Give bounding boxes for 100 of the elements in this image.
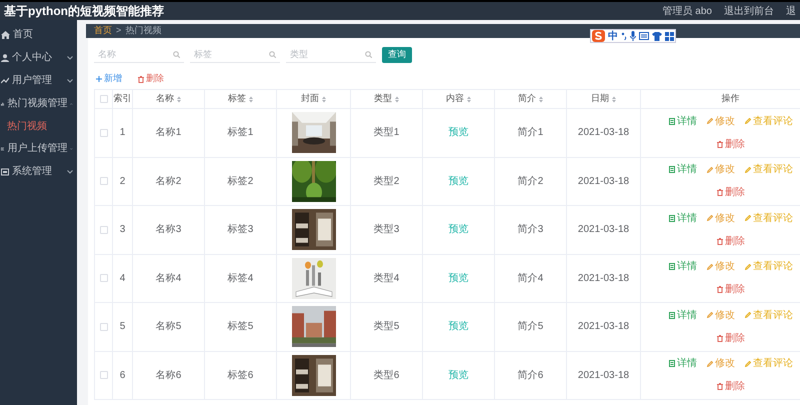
header-link[interactable]: 退 — [786, 4, 796, 18]
search-field[interactable]: 类型 — [286, 46, 376, 62]
comments-button[interactable]: 查看评论 — [745, 356, 793, 372]
checkbox[interactable] — [100, 128, 108, 137]
table-cell-text: 名称3 — [156, 223, 182, 238]
edit-button[interactable]: 修改 — [707, 356, 735, 372]
comments-button[interactable]: 查看评论 — [745, 308, 793, 323]
comments-button[interactable]: 查看评论 — [745, 114, 793, 129]
column-header[interactable]: 类型 — [374, 92, 392, 106]
table-cell-text: 标签4 — [228, 272, 254, 286]
delete-button[interactable]: 删除 — [717, 379, 745, 394]
delete-button[interactable]: 删除 — [717, 136, 745, 152]
chevron-icon — [67, 56, 73, 60]
box-icon — [1, 168, 9, 176]
edit-button[interactable]: 修改 — [707, 162, 735, 178]
sidebar-item[interactable]: 首页 — [0, 23, 77, 46]
detail-button[interactable]: 详情 — [669, 308, 697, 323]
sidebar-item[interactable]: 系统管理 — [0, 160, 77, 183]
checkbox[interactable] — [100, 95, 108, 103]
breadcrumb-link[interactable]: 热门视频 — [125, 24, 162, 38]
ime-mode-button[interactable]: 中 — [608, 28, 618, 44]
sort-icon[interactable] — [539, 96, 543, 102]
table-cell-text: 类型2 — [374, 174, 400, 189]
column-header[interactable]: 标签 — [228, 92, 246, 106]
detail-button[interactable]: 详情 — [669, 162, 697, 178]
comments-button[interactable]: 查看评论 — [745, 259, 793, 274]
edit-button[interactable]: 修改 — [707, 259, 735, 274]
index-cell-text: 2 — [120, 174, 126, 189]
table-cell-text: 简介6 — [518, 368, 544, 383]
sidebar-item[interactable]: 个人中心 — [0, 46, 77, 69]
delete-button[interactable]: 删除 — [717, 185, 745, 200]
sort-icon[interactable] — [322, 96, 326, 102]
preview-link[interactable]: 预览 — [448, 222, 468, 238]
document-icon — [669, 360, 675, 368]
sidebar-item[interactable]: 用户管理 — [0, 69, 77, 92]
column-header[interactable]: 内容 — [446, 92, 464, 106]
table-cell-text: 标签1 — [228, 126, 254, 140]
sidebar-item[interactable]: 热门视频管理 — [0, 92, 77, 115]
preview-link[interactable]: 预览 — [448, 319, 468, 334]
edit-button[interactable]: 修改 — [707, 114, 735, 129]
detail-button[interactable]: 详情 — [669, 356, 697, 372]
preview-link[interactable]: 预览 — [448, 174, 468, 189]
sidebar-subitem[interactable]: 热门视频 — [0, 115, 77, 137]
table-cell-text: 名称5 — [156, 320, 182, 334]
punctuation-icon[interactable] — [621, 32, 627, 40]
detail-button[interactable]: 详情 — [669, 210, 697, 226]
sort-icon[interactable] — [249, 96, 253, 102]
detail-button[interactable]: 详情 — [669, 114, 697, 129]
ime-logo-icon[interactable] — [592, 30, 605, 42]
sidebar-item[interactable]: 用户上传管理 — [0, 137, 77, 160]
edit-button[interactable]: 修改 — [707, 308, 735, 323]
delete-button[interactable]: 删除 — [138, 72, 164, 86]
column-header[interactable]: 名称 — [156, 92, 174, 106]
edit-button[interactable]: 修改 — [707, 210, 735, 226]
sort-icon[interactable] — [467, 96, 471, 102]
sort-icon[interactable] — [612, 96, 616, 102]
checkbox[interactable] — [100, 371, 108, 380]
breadcrumb-link[interactable]: 首页 — [94, 24, 112, 38]
detail-button[interactable]: 详情 — [669, 259, 697, 274]
column-header[interactable]: 日期 — [591, 92, 609, 106]
microphone-icon[interactable] — [630, 31, 636, 41]
query-button[interactable]: 查询 — [382, 46, 412, 62]
checkbox[interactable] — [100, 226, 108, 234]
trash-icon — [717, 189, 723, 196]
document-icon — [669, 214, 675, 222]
table-cell-text: 名称4 — [156, 272, 182, 286]
search-field[interactable]: 标签 — [190, 46, 280, 62]
preview-link[interactable]: 预览 — [448, 270, 468, 286]
delete-button[interactable]: 删除 — [717, 330, 745, 346]
column-header[interactable]: 简介 — [518, 92, 536, 106]
header-link[interactable]: 退出到前台 — [724, 4, 774, 18]
grid-icon[interactable] — [665, 32, 674, 40]
delete-button[interactable]: 删除 — [717, 282, 745, 298]
preview-link[interactable]: 预览 — [448, 368, 468, 383]
table-cell-text: 2021-03-18 — [578, 174, 630, 189]
chevron-icon — [67, 78, 73, 82]
search-field[interactable]: 名称 — [94, 46, 184, 62]
checkbox[interactable] — [100, 274, 108, 282]
comments-button[interactable]: 查看评论 — [745, 162, 793, 178]
pencil-icon — [707, 360, 713, 367]
table-cell-text: 简介3 — [518, 223, 544, 238]
column-header[interactable]: 封面 — [301, 92, 319, 106]
shirt-icon[interactable] — [652, 32, 662, 40]
search-icon — [269, 50, 276, 58]
table-cell-text: 简介4 — [518, 272, 544, 286]
keyboard-icon[interactable] — [639, 32, 649, 40]
comments-button[interactable]: 查看评论 — [745, 210, 793, 226]
checkbox[interactable] — [100, 177, 108, 186]
sort-icon[interactable] — [177, 96, 181, 102]
add-button[interactable]: 新增 — [96, 72, 122, 86]
table-cell-text: 类型6 — [374, 368, 400, 383]
document-icon — [669, 312, 675, 319]
index-cell-text: 5 — [120, 320, 126, 334]
column-header: 索引 — [114, 92, 132, 106]
plus-icon — [96, 76, 102, 82]
checkbox[interactable] — [100, 322, 108, 331]
document-icon — [669, 166, 675, 174]
sort-icon[interactable] — [395, 96, 399, 102]
delete-button[interactable]: 删除 — [717, 234, 745, 249]
preview-link[interactable]: 预览 — [448, 125, 468, 140]
